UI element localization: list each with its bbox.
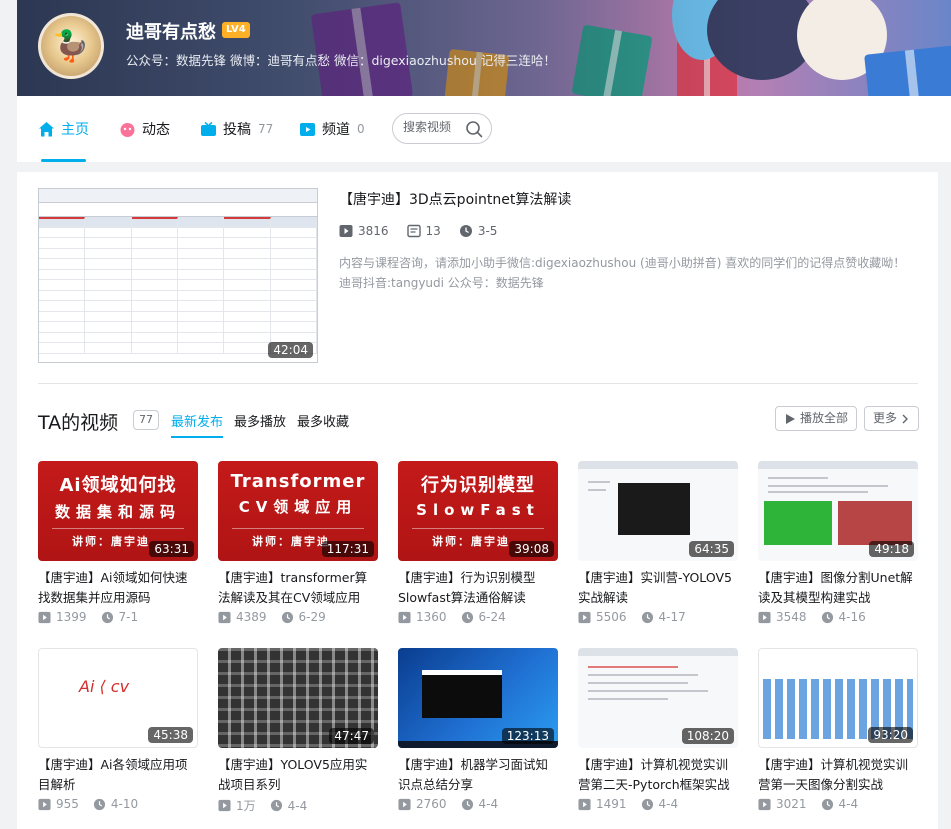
play-count-icon <box>339 225 353 237</box>
clock-icon <box>459 225 472 237</box>
video-title[interactable]: 【唐宇迪】transformer算法解读及其在CV领域应用 <box>218 568 378 608</box>
video-card[interactable]: Ai领域如何找 数据集和源码 讲师：唐宇迪 63:31 【唐宇迪】Ai领域如何快… <box>38 461 198 624</box>
clock-icon <box>821 611 833 623</box>
play-count-icon <box>758 611 771 623</box>
video-duration: 63:31 <box>149 541 194 557</box>
video-title[interactable]: 【唐宇迪】行为识别模型Slowfast算法通俗解读 <box>398 568 558 608</box>
level-badge: LV4 <box>222 22 250 38</box>
video-cover[interactable]: 108:20 <box>578 648 738 748</box>
sort-latest[interactable]: 最新发布 <box>171 411 224 438</box>
featured-video-cover[interactable]: 42:04 <box>38 188 318 363</box>
play-count-icon <box>578 611 591 623</box>
avatar[interactable]: 🦆 <box>38 13 104 79</box>
video-duration: 108:20 <box>681 728 734 744</box>
play-all-button[interactable]: 播放全部 <box>775 406 858 431</box>
main-panel: 42:04 【唐宇迪】3D点云pointnet算法解读 3816 13 3-5 … <box>17 172 938 829</box>
video-duration: 117:31 <box>321 541 374 557</box>
comment-icon <box>406 224 421 238</box>
video-card[interactable]: 行为识别模型 SlowFast 讲师：唐宇迪 39:08 【唐宇迪】行为识别模型… <box>398 461 558 624</box>
play-count-icon <box>38 611 51 623</box>
clock-icon <box>461 798 473 810</box>
play-count-icon <box>218 799 231 812</box>
search-icon[interactable] <box>465 120 483 138</box>
video-cover[interactable]: Ai领域如何找 数据集和源码 讲师：唐宇迪 63:31 <box>38 461 198 561</box>
video-card[interactable]: 123:13 【唐宇迪】机器学习面试知识点总结分享 2760 4-4 <box>398 648 558 811</box>
tab-uploads[interactable]: 投稿 77 <box>200 96 273 162</box>
video-card[interactable]: 64:35 【唐宇迪】实训营-YOLOV5实战解读 5506 4-17 <box>578 461 738 624</box>
clock-icon <box>101 611 113 623</box>
user-name[interactable]: 迪哥有点愁 <box>126 18 216 44</box>
video-cover[interactable]: 47:47 <box>218 648 378 748</box>
video-duration: 64:35 <box>689 541 734 557</box>
video-duration: 47:47 <box>329 728 374 744</box>
video-card[interactable]: 93:20 【唐宇迪】计算机视觉实训营第一天图像分割实战 3021 4-4 <box>758 648 918 811</box>
more-button[interactable]: 更多 <box>864 406 920 431</box>
tab-dynamic[interactable]: 动态 <box>119 96 170 162</box>
play-count-icon <box>578 798 591 810</box>
video-card[interactable]: 49:18 【唐宇迪】图像分割Unet解读及其模型构建实战 3548 4-16 <box>758 461 918 624</box>
profile-nav: 主页 动态 投稿 77 频道 0 <box>17 96 951 162</box>
clock-icon <box>93 798 105 810</box>
dynamic-icon <box>119 121 136 138</box>
featured-video-stats: 3816 13 3-5 <box>339 224 515 238</box>
video-cover[interactable]: Transformer CV领域应用 讲师：唐宇迪 117:31 <box>218 461 378 561</box>
sort-most-favorited[interactable]: 最多收藏 <box>297 411 349 430</box>
play-count-icon <box>398 611 411 623</box>
video-title[interactable]: 【唐宇迪】图像分割Unet解读及其模型构建实战 <box>758 568 918 608</box>
play-count-icon <box>398 798 411 810</box>
video-duration: 39:08 <box>509 541 554 557</box>
video-duration: 45:38 <box>148 727 193 743</box>
video-card[interactable]: 108:20 【唐宇迪】计算机视觉实训营第二天-Pytorch框架实战 1491… <box>578 648 738 811</box>
search-input[interactable] <box>403 120 467 134</box>
video-title[interactable]: 【唐宇迪】实训营-YOLOV5实战解读 <box>578 568 738 608</box>
tab-channels[interactable]: 频道 0 <box>299 96 365 162</box>
video-cover[interactable]: Ai ⟨ cv 45:38 <box>38 648 198 748</box>
video-duration: 123:13 <box>501 728 554 744</box>
search-box <box>392 113 492 144</box>
video-cover[interactable]: 行为识别模型 SlowFast 讲师：唐宇迪 39:08 <box>398 461 558 561</box>
featured-video-title[interactable]: 【唐宇迪】3D点云pointnet算法解读 <box>339 189 571 209</box>
chevron-right-icon <box>902 414 909 423</box>
clock-icon <box>641 611 653 623</box>
video-title[interactable]: 【唐宇迪】Ai领域如何快速找数据集并应用源码 <box>38 568 198 608</box>
clock-icon <box>270 799 282 812</box>
video-card[interactable]: 47:47 【唐宇迪】YOLOV5应用实战项目系列 1万 4-4 <box>218 648 378 814</box>
videos-count-badge: 77 <box>133 410 159 430</box>
profile-banner <box>17 0 951 96</box>
video-cover[interactable]: 49:18 <box>758 461 918 561</box>
tv-icon <box>200 121 217 138</box>
home-icon <box>38 121 55 138</box>
divider <box>38 383 918 384</box>
play-icon <box>786 413 795 424</box>
video-cover[interactable]: 123:13 <box>398 648 558 748</box>
clock-icon <box>641 798 653 810</box>
clock-icon <box>821 798 833 810</box>
videos-section-title: TA的视频 <box>38 412 119 434</box>
clock-icon <box>281 611 293 623</box>
play-count-icon <box>218 611 231 623</box>
sort-most-played[interactable]: 最多播放 <box>234 411 286 430</box>
video-title[interactable]: 【唐宇迪】机器学习面试知识点总结分享 <box>398 755 558 795</box>
tab-home[interactable]: 主页 <box>38 96 89 162</box>
video-card[interactable]: Ai ⟨ cv 45:38 【唐宇迪】Ai各领域应用项目解析 955 4-10 <box>38 648 198 811</box>
video-duration: 93:20 <box>868 727 913 743</box>
video-title[interactable]: 【唐宇迪】YOLOV5应用实战项目系列 <box>218 755 378 795</box>
clock-icon <box>461 611 473 623</box>
video-cover[interactable]: 93:20 <box>758 648 918 748</box>
video-title[interactable]: 【唐宇迪】Ai各领域应用项目解析 <box>38 755 198 795</box>
channel-icon <box>299 121 316 138</box>
video-duration: 42:04 <box>268 342 313 358</box>
video-title[interactable]: 【唐宇迪】计算机视觉实训营第二天-Pytorch框架实战 <box>578 755 738 795</box>
play-count-icon <box>758 798 771 810</box>
user-signature: 公众号：数据先锋 微博：迪哥有点愁 微信：digexiaozhushou 记得三… <box>126 53 556 68</box>
video-card[interactable]: Transformer CV领域应用 讲师：唐宇迪 117:31 【唐宇迪】tr… <box>218 461 378 624</box>
video-cover[interactable]: 64:35 <box>578 461 738 561</box>
video-duration: 49:18 <box>869 541 914 557</box>
featured-video-description: 内容与课程咨询，请添加小助手微信:digexiaozhushou (迪哥小助拼音… <box>339 256 906 290</box>
play-count-icon <box>38 798 51 810</box>
video-title[interactable]: 【唐宇迪】计算机视觉实训营第一天图像分割实战 <box>758 755 918 795</box>
